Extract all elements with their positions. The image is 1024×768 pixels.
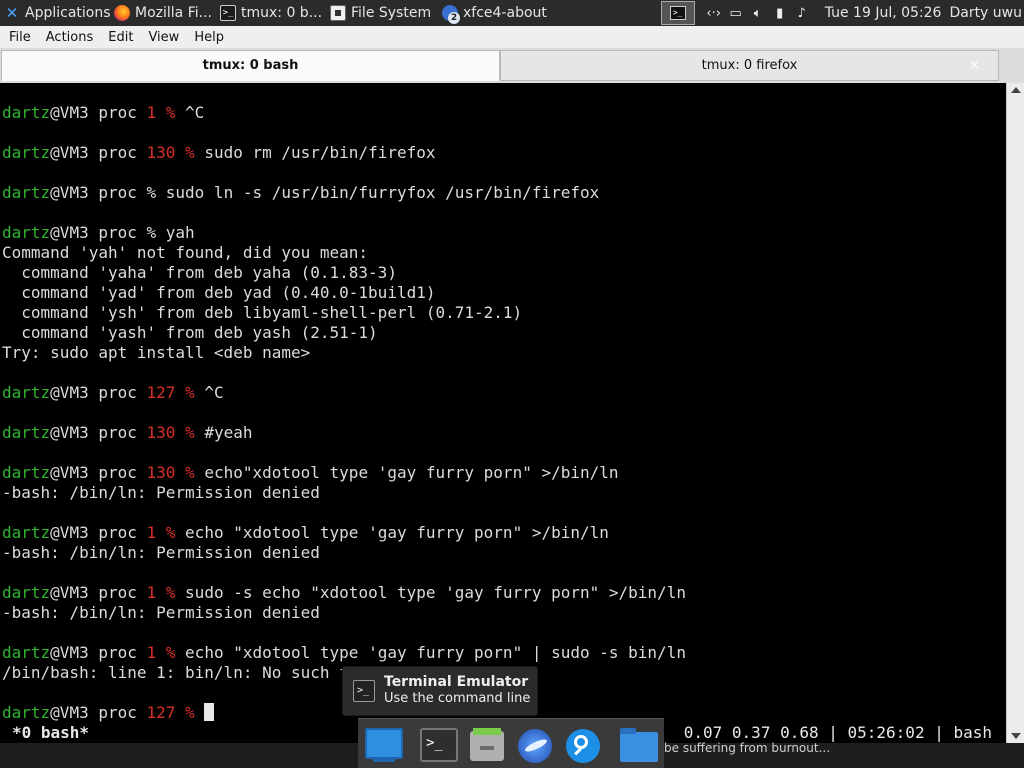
web-browser-icon[interactable] — [516, 728, 554, 764]
panel-tray: >_ ‹·› ▭ 🔈︎ ▮ ♪ Tue 19 Jul, 05:26 Darty … — [660, 0, 1024, 26]
menu-edit[interactable]: Edit — [99, 30, 139, 45]
terminal-line: command 'yad' from deb yad (0.40.0-1buil… — [2, 283, 436, 302]
scroll-down-arrow-icon[interactable] — [1011, 733, 1021, 739]
tmux-window-indicator: *0 bash* — [12, 723, 90, 742]
workspace-switcher[interactable]: >_ — [660, 1, 695, 25]
terminal-line: dartz@VM3 proc % sudo ln -s /usr/bin/fur… — [2, 183, 600, 202]
applications-label: Applications — [25, 5, 110, 21]
terminal-line: -bash: /bin/ln: Permission denied — [2, 483, 320, 502]
terminal-line: command 'ysh' from deb libyaml-shell-per… — [2, 303, 523, 322]
firefox-icon — [114, 5, 130, 21]
tab-tmux-firefox[interactable]: tmux: 0 firefox × — [500, 50, 999, 81]
menubar: File Actions Edit View Help — [0, 26, 1024, 48]
network-icon[interactable]: ‹·› — [703, 0, 725, 26]
terminal-line: dartz@VM3 proc % yah — [2, 223, 195, 242]
terminal-line: dartz@VM3 proc 130 % sudo rm /usr/bin/fi… — [2, 143, 436, 162]
terminal-prompt-line[interactable]: dartz@VM3 proc 127 % — [2, 703, 215, 723]
terminal-line: dartz@VM3 proc 1 % echo "xdotool type 'g… — [2, 523, 609, 542]
terminal-line: dartz@VM3 proc 1 % ^C — [2, 103, 205, 122]
user-menu[interactable]: Darty uwu — [949, 5, 1024, 21]
menu-file[interactable]: File — [0, 30, 37, 45]
terminal-line: dartz@VM3 proc 127 % ^C — [2, 383, 224, 402]
tooltip-subtitle: Use the command line — [384, 691, 531, 706]
app-finder-icon[interactable] — [564, 728, 602, 764]
tooltip-title: Terminal Emulator — [384, 674, 529, 690]
menu-view[interactable]: View — [139, 30, 185, 45]
task-label: xfce4-about — [463, 5, 547, 21]
menu-help[interactable]: Help — [185, 30, 230, 45]
task-label: tmux: 0 b... — [241, 5, 323, 21]
dock-tooltip: >_ Terminal Emulator Use the command lin… — [342, 666, 538, 716]
terminal-output[interactable]: dartz@VM3 proc 1 % ^C dartz@VM3 proc 130… — [0, 83, 1006, 743]
text-cursor — [204, 703, 215, 721]
task-tmux[interactable]: >_ tmux: 0 b... — [216, 0, 326, 26]
menu-actions[interactable]: Actions — [37, 30, 100, 45]
close-icon[interactable]: × — [969, 58, 980, 73]
background-window-text: be suffering from burnout... — [664, 741, 831, 755]
applications-icon: ✕ — [5, 4, 19, 22]
desktop-icon[interactable] — [364, 728, 403, 764]
dock: >_ — [358, 718, 664, 768]
terminal-line: -bash: /bin/ln: Permission denied — [2, 543, 320, 562]
terminal-icon: >_ — [220, 5, 236, 21]
terminal-tray-icon: >_ — [669, 6, 686, 20]
notification-bell-icon[interactable]: ♪ — [791, 0, 813, 26]
terminal-icon: >_ — [353, 680, 375, 702]
task-file-system[interactable]: File System — [326, 0, 438, 26]
terminal-scrollbar[interactable] — [1006, 83, 1024, 743]
xfce4-about-icon: 2 — [442, 5, 460, 24]
terminal-line: command 'yash' from deb yash (2.51-1) — [2, 323, 378, 342]
task-xfce4-about[interactable]: 2 xfce4-about — [438, 0, 556, 26]
task-label: File System — [351, 5, 432, 21]
terminal-line: Command 'yah' not found, did you mean: — [2, 243, 369, 262]
folder-icon[interactable] — [620, 728, 658, 764]
terminal-line: dartz@VM3 proc 130 % echo"xdotool type '… — [2, 463, 619, 482]
terminal-line: dartz@VM3 proc 1 % echo "xdotool type 'g… — [2, 643, 686, 662]
terminal-line: dartz@VM3 proc 1 % sudo -s echo "xdotool… — [2, 583, 686, 602]
tab-label: tmux: 0 firefox — [701, 58, 798, 73]
applications-menu-button[interactable]: ✕ Applications — [0, 0, 110, 26]
task-count-badge: 2 — [448, 12, 460, 24]
tmux-status-right: 0.07 0.37 0.68 | 05:26:02 | bash — [683, 723, 992, 742]
tab-bar: tmux: 0 bash tmux: 0 firefox × — [0, 48, 1024, 83]
file-manager-icon[interactable] — [468, 728, 506, 764]
volume-icon[interactable]: 🔈︎ — [747, 0, 769, 26]
terminal-line: dartz@VM3 proc 130 % #yeah — [2, 423, 253, 442]
clock[interactable]: Tue 19 Jul, 05:26 — [813, 5, 950, 21]
scroll-up-arrow-icon[interactable] — [1011, 87, 1021, 93]
display-icon[interactable]: ▭ — [725, 0, 747, 26]
battery-icon[interactable]: ▮ — [769, 0, 791, 26]
task-label: Mozilla Fi... — [135, 5, 212, 21]
terminal-line: Try: sudo apt install <deb name> — [2, 343, 311, 362]
file-system-icon — [330, 5, 346, 21]
tab-tmux-bash[interactable]: tmux: 0 bash — [1, 50, 500, 81]
task-firefox[interactable]: Mozilla Fi... — [110, 0, 216, 26]
terminal-icon[interactable]: >_ — [420, 728, 458, 764]
top-panel: ✕ Applications Mozilla Fi... >_ tmux: 0 … — [0, 0, 1024, 26]
terminal-line: -bash: /bin/ln: Permission denied — [2, 603, 320, 622]
terminal-line: command 'yaha' from deb yaha (0.1.83-3) — [2, 263, 397, 282]
